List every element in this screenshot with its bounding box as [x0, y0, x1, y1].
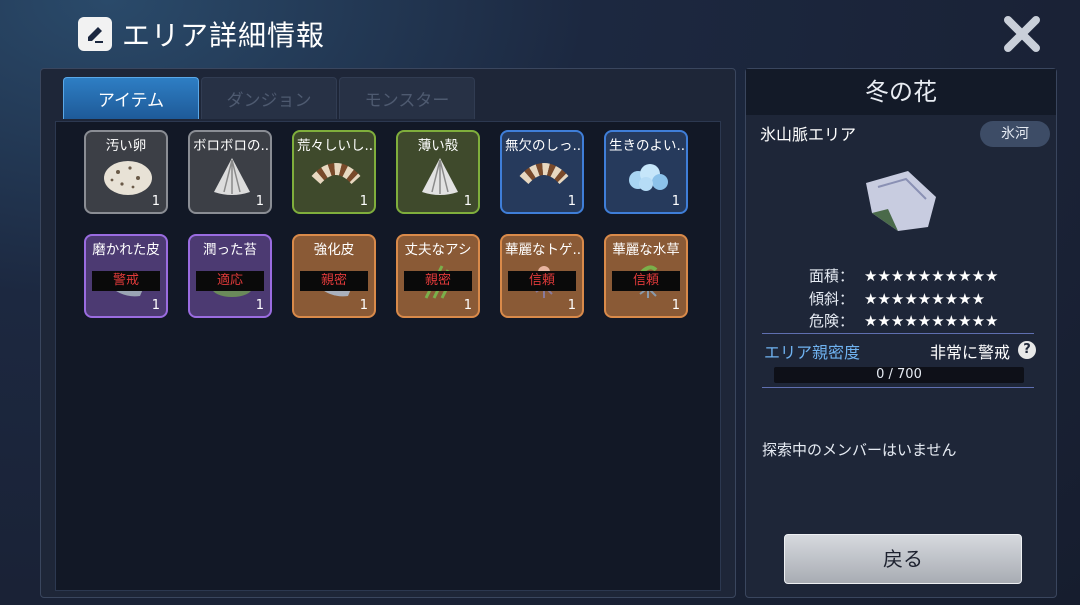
item-card[interactable]: 華麗な水草 信頼 1: [604, 234, 688, 318]
stat-label: 危険：: [808, 312, 854, 330]
area-name: 冬の花: [746, 69, 1056, 115]
item-card[interactable]: 荒々しいし.. 1: [292, 130, 376, 214]
region-name: 氷山脈エリア: [760, 125, 857, 144]
stat-stars: ★★★★★★★★★: [864, 289, 986, 308]
terrain-badge: 氷河: [980, 121, 1050, 147]
item-count: 1: [359, 194, 368, 209]
item-list-panel: アイテム ダンジョン モンスター 汚い卵 1 ボロボロの.. 1 荒々しいし..: [40, 68, 736, 598]
close-button[interactable]: [1000, 12, 1044, 56]
shell-icon: [422, 158, 458, 195]
item-count: 1: [463, 194, 472, 209]
affinity-label: エリア親密度: [764, 343, 861, 362]
help-icon[interactable]: ?: [1018, 341, 1036, 359]
item-count: 1: [463, 298, 472, 313]
item-count: 1: [255, 194, 264, 209]
item-name: 潤った苔: [203, 242, 257, 258]
item-name: 華麗な水草: [612, 242, 680, 258]
item-count: 1: [255, 298, 264, 313]
affinity-progress-text: 0 / 700: [876, 367, 922, 382]
back-button[interactable]: 戻る: [784, 534, 1022, 584]
page-title: エリア詳細情報: [122, 19, 326, 52]
stat-danger: 危険： ★★★★★★★★★★: [746, 310, 1036, 331]
item-count: 1: [151, 194, 160, 209]
item-count: 1: [359, 298, 368, 313]
stat-stars: ★★★★★★★★★★: [864, 311, 999, 330]
item-card[interactable]: 無欠のしっ.. 1: [500, 130, 584, 214]
item-name: 無欠のしっ..: [505, 138, 582, 154]
item-name: 華麗なトゲ..: [505, 242, 582, 258]
affinity-badge: 適応: [196, 271, 264, 291]
glacier-area-icon: [866, 171, 936, 231]
edit-icon: [78, 17, 112, 51]
item-name: 磨かれた皮: [92, 242, 160, 258]
item-card[interactable]: 華麗なトゲ.. 信頼 1: [500, 234, 584, 318]
area-info-panel: 冬の花 氷山脈エリア 氷河 面積： ★★★★★★★★★★ 傾斜： ★★★★★★★…: [745, 68, 1057, 598]
item-name: 薄い殻: [417, 138, 459, 154]
shell-icon: [214, 158, 250, 195]
item-name: 丈夫なアシ: [404, 242, 472, 258]
ice-cluster-icon: [629, 164, 668, 191]
item-name: 荒々しいし..: [297, 138, 374, 154]
stat-label: 面積：: [808, 267, 854, 285]
tab-dungeons[interactable]: ダンジョン: [201, 77, 337, 119]
stat-slope: 傾斜： ★★★★★★★★★: [746, 288, 1036, 309]
tab-bar: アイテム ダンジョン モンスター: [63, 77, 475, 119]
stat-stars: ★★★★★★★★★★: [864, 266, 999, 285]
affinity-progress-bar: 0 / 700: [774, 367, 1024, 383]
affinity-badge: 警戒: [92, 271, 160, 291]
item-card[interactable]: 磨かれた皮 警戒 1: [84, 234, 168, 318]
tab-monsters[interactable]: モンスター: [339, 77, 475, 119]
affinity-badge: 親密: [404, 271, 472, 291]
item-name: ボロボロの..: [193, 138, 270, 154]
striped-tail-icon: [311, 163, 361, 185]
affinity-badge: 親密: [300, 271, 368, 291]
affinity-status: 非常に警戒: [930, 343, 1011, 362]
item-card[interactable]: 強化皮 親密 1: [292, 234, 376, 318]
item-card[interactable]: ボロボロの.. 1: [188, 130, 272, 214]
item-grid: 汚い卵 1 ボロボロの.. 1 荒々しいし.. 1 薄い殻 1 無欠のしっ.. …: [55, 121, 721, 591]
item-name: 汚い卵: [105, 138, 147, 154]
egg-icon: [104, 161, 152, 195]
item-card[interactable]: 生きのよい.. 1: [604, 130, 688, 214]
item-count: 1: [671, 298, 680, 313]
divider: [762, 333, 1034, 334]
item-count: 1: [567, 194, 576, 209]
close-icon: [1004, 16, 1040, 52]
stat-label: 傾斜：: [808, 290, 854, 308]
item-count: 1: [671, 194, 680, 209]
item-card[interactable]: 潤った苔 適応 1: [188, 234, 272, 318]
page-title-group: エリア詳細情報: [78, 14, 325, 54]
item-card[interactable]: 丈夫なアシ 親密 1: [396, 234, 480, 318]
item-card[interactable]: 汚い卵 1: [84, 130, 168, 214]
affinity-badge: 信頼: [508, 271, 576, 291]
item-count: 1: [567, 298, 576, 313]
divider: [762, 387, 1034, 388]
item-name: 生きのよい..: [609, 138, 686, 154]
item-count: 1: [151, 298, 160, 313]
striped-tail-icon: [519, 163, 569, 185]
stat-area: 面積： ★★★★★★★★★★: [746, 265, 1036, 286]
tab-items[interactable]: アイテム: [63, 77, 199, 119]
explore-status: 探索中のメンバーはいません: [762, 441, 957, 459]
item-name: 強化皮: [313, 242, 355, 258]
item-card[interactable]: 薄い殻 1: [396, 130, 480, 214]
affinity-badge: 信頼: [612, 271, 680, 291]
